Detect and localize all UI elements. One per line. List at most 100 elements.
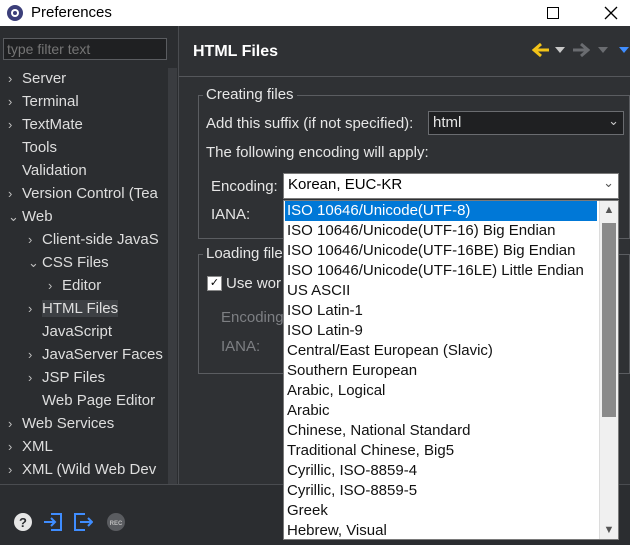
dropdown-option[interactable]: Arabic, Logical: [285, 381, 597, 401]
tree-item-label: JavaScript: [42, 323, 113, 340]
svg-text:?: ?: [19, 515, 27, 530]
dropdown-option[interactable]: Cyrillic, ISO-8859-5: [285, 481, 597, 501]
title-bar: Preferences: [0, 0, 630, 26]
tree-item[interactable]: › TextMate: [8, 114, 83, 136]
tree-item[interactable]: JavaScript: [28, 321, 112, 343]
dropdown-option[interactable]: Arabic: [285, 401, 597, 421]
loading-files-label: Loading file: [203, 245, 286, 262]
use-workspace-checkbox[interactable]: ✓: [207, 276, 222, 291]
suffix-label: Add this suffix (if not specified):: [206, 115, 414, 132]
dropdown-option[interactable]: ISO 10646/Unicode(UTF-16BE) Big Endian: [285, 241, 597, 261]
view-menu-chevron-icon[interactable]: [619, 47, 629, 53]
tree-item[interactable]: › Editor: [48, 275, 101, 297]
window-title: Preferences: [31, 4, 112, 21]
export-icon[interactable]: [73, 512, 93, 532]
help-icon[interactable]: ?: [13, 512, 33, 532]
chevron-down-icon: ⌄: [608, 113, 619, 128]
preference-tree-panel: ›Server›Terminal›TextMateToolsValidation…: [0, 26, 179, 484]
encoding-dropdown-list[interactable]: ▲ ▼ ISO 10646/Unicode(UTF-8) ISO 10646/Un…: [283, 200, 619, 540]
filter-input[interactable]: [3, 38, 167, 60]
preference-tree: › Server › Terminal › TextMate Tools Validation…: [0, 68, 178, 484]
tree-item[interactable]: Web Page Editor: [28, 390, 155, 412]
page-title: HTML Files: [193, 43, 279, 60]
tree-item-label: Editor: [62, 277, 102, 294]
chevron-right-icon[interactable]: ›: [28, 229, 42, 251]
tree-item[interactable]: › HTML Files: [28, 298, 119, 320]
encoding-combo[interactable]: Korean, EUC-KR ⌄: [283, 173, 619, 199]
dropdown-option[interactable]: Southern European: [285, 361, 597, 381]
tree-item[interactable]: › Version Control (Tea: [8, 183, 158, 205]
forward-arrow-icon[interactable]: [572, 42, 590, 58]
tree-item[interactable]: Tools: [8, 137, 57, 159]
tree-item[interactable]: › Client-side JavaS: [28, 229, 159, 251]
encoding-label-2: Encoding: [221, 309, 284, 326]
forward-menu-chevron-icon[interactable]: [598, 47, 608, 53]
dropdown-option[interactable]: Cyrillic, ISO-8859-4: [285, 461, 597, 481]
chevron-right-icon[interactable]: ›: [28, 298, 42, 320]
dropdown-option[interactable]: US ASCII: [285, 281, 597, 301]
chevron-right-icon[interactable]: ›: [8, 413, 22, 435]
tree-item[interactable]: › XML: [8, 436, 53, 458]
close-button[interactable]: [588, 0, 630, 26]
chevron-right-icon[interactable]: ›: [8, 114, 22, 136]
chevron-down-icon: ⌄: [603, 175, 614, 190]
tree-item-label: Version Control (Tea: [22, 185, 158, 202]
tree-item-label: Server: [22, 70, 67, 87]
dropdown-option[interactable]: Chinese, National Standard: [285, 421, 597, 441]
chevron-down-icon[interactable]: ⌄: [28, 252, 42, 274]
dropdown-option[interactable]: ISO Latin-9: [285, 321, 597, 341]
import-icon[interactable]: [43, 512, 63, 532]
scroll-thumb[interactable]: [602, 223, 616, 417]
use-workspace-label: Use wor: [226, 275, 282, 292]
maximize-button[interactable]: [530, 0, 576, 26]
dropdown-option[interactable]: ISO 10646/Unicode(UTF-16) Big Endian: [285, 221, 597, 241]
chevron-right-icon[interactable]: ›: [8, 436, 22, 458]
encoding-value: Korean, EUC-KR: [288, 176, 403, 193]
dropdown-option[interactable]: Hebrew, Visual: [285, 521, 597, 539]
scroll-down-icon[interactable]: ▼: [600, 521, 618, 539]
suffix-combo[interactable]: html ⌄: [428, 111, 624, 135]
chevron-right-icon[interactable]: ›: [28, 367, 42, 389]
tree-item-label: JavaServer Faces: [42, 346, 163, 363]
tree-item[interactable]: › JSP Files: [28, 367, 105, 389]
back-menu-chevron-icon[interactable]: [555, 47, 565, 53]
chevron-right-icon[interactable]: ›: [28, 344, 42, 366]
header-separator: [179, 76, 630, 77]
dropdown-option[interactable]: Greek: [285, 501, 597, 521]
tree-item[interactable]: › Server: [8, 68, 66, 90]
tree-item[interactable]: Validation: [8, 160, 87, 182]
tree-item[interactable]: › JavaServer Faces: [28, 344, 163, 366]
chevron-down-icon[interactable]: ⌄: [8, 206, 22, 228]
tree-item-label: XML (Wild Web Dev: [22, 461, 157, 478]
tree-item[interactable]: ⌄ Web: [8, 206, 53, 228]
tree-item-label: TextMate: [22, 116, 83, 133]
dropdown-option[interactable]: ISO 10646/Unicode(UTF-8): [285, 201, 597, 221]
iana-label: IANA:: [211, 206, 251, 223]
tree-item-label: JSP Files: [42, 369, 106, 386]
tree-item-label: CSS Files: [42, 254, 109, 271]
dropdown-option[interactable]: ISO Latin-1: [285, 301, 597, 321]
chevron-right-icon[interactable]: ›: [8, 68, 22, 90]
maximize-icon: [547, 7, 559, 19]
scroll-up-icon[interactable]: ▲: [600, 201, 618, 219]
chevron-right-icon[interactable]: ›: [8, 91, 22, 113]
tree-item-label: Client-side JavaS: [42, 231, 159, 248]
tree-item[interactable]: › Terminal: [8, 91, 79, 113]
dropdown-option[interactable]: Traditional Chinese, Big5: [285, 441, 597, 461]
back-arrow-icon[interactable]: [532, 42, 550, 58]
dropdown-scrollbar[interactable]: ▲ ▼: [599, 201, 618, 539]
tree-item[interactable]: ⌄ CSS Files: [28, 252, 109, 274]
tree-scrollbar[interactable]: [168, 68, 177, 484]
tree-item-label: XML: [22, 438, 53, 455]
tree-item[interactable]: › Web Services: [8, 413, 114, 435]
record-icon[interactable]: REC: [106, 512, 126, 532]
dropdown-option[interactable]: ISO 10646/Unicode(UTF-16LE) Little Endia…: [285, 261, 597, 281]
chevron-right-icon[interactable]: ›: [48, 275, 62, 297]
dropdown-option[interactable]: Central/East European (Slavic): [285, 341, 597, 361]
encoding-note: The following encoding will apply:: [206, 144, 429, 161]
tree-item[interactable]: › XML (Wild Web Dev: [8, 459, 156, 481]
close-icon: [604, 6, 618, 20]
chevron-right-icon[interactable]: ›: [8, 459, 22, 481]
chevron-right-icon[interactable]: ›: [8, 183, 22, 205]
tree-item-label: HTML Files: [42, 300, 119, 317]
